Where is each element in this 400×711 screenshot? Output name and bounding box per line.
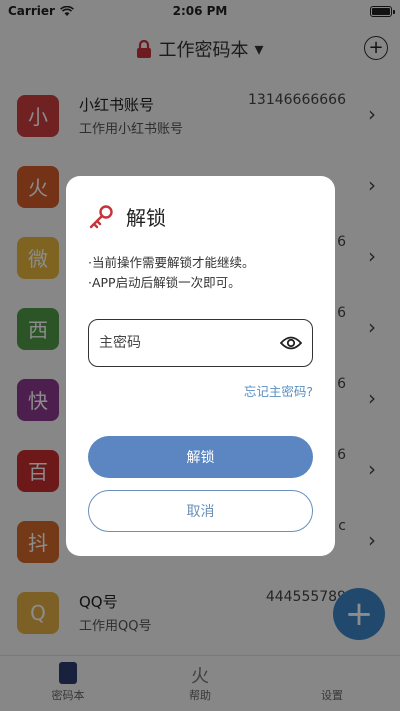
forgot-password-link[interactable]: 忘记主密码? — [244, 381, 313, 400]
dialog-header: 解锁 — [88, 202, 166, 231]
key-icon — [89, 204, 113, 228]
dialog-line-1: ·当前操作需要解锁才能继续。 — [88, 255, 255, 270]
cancel-button[interactable]: 取消 — [88, 490, 313, 532]
dialog-title: 解锁 — [126, 206, 166, 230]
master-password-field[interactable] — [88, 319, 313, 367]
eye-icon[interactable] — [280, 335, 302, 351]
dialog-line-2: ·APP启动后解锁一次即可。 — [88, 275, 241, 290]
master-password-input[interactable] — [99, 335, 280, 351]
unlock-button[interactable]: 解锁 — [88, 436, 313, 478]
unlock-dialog: 解锁 ·当前操作需要解锁才能继续。 ·APP启动后解锁一次即可。 忘记主密码? … — [66, 176, 335, 556]
